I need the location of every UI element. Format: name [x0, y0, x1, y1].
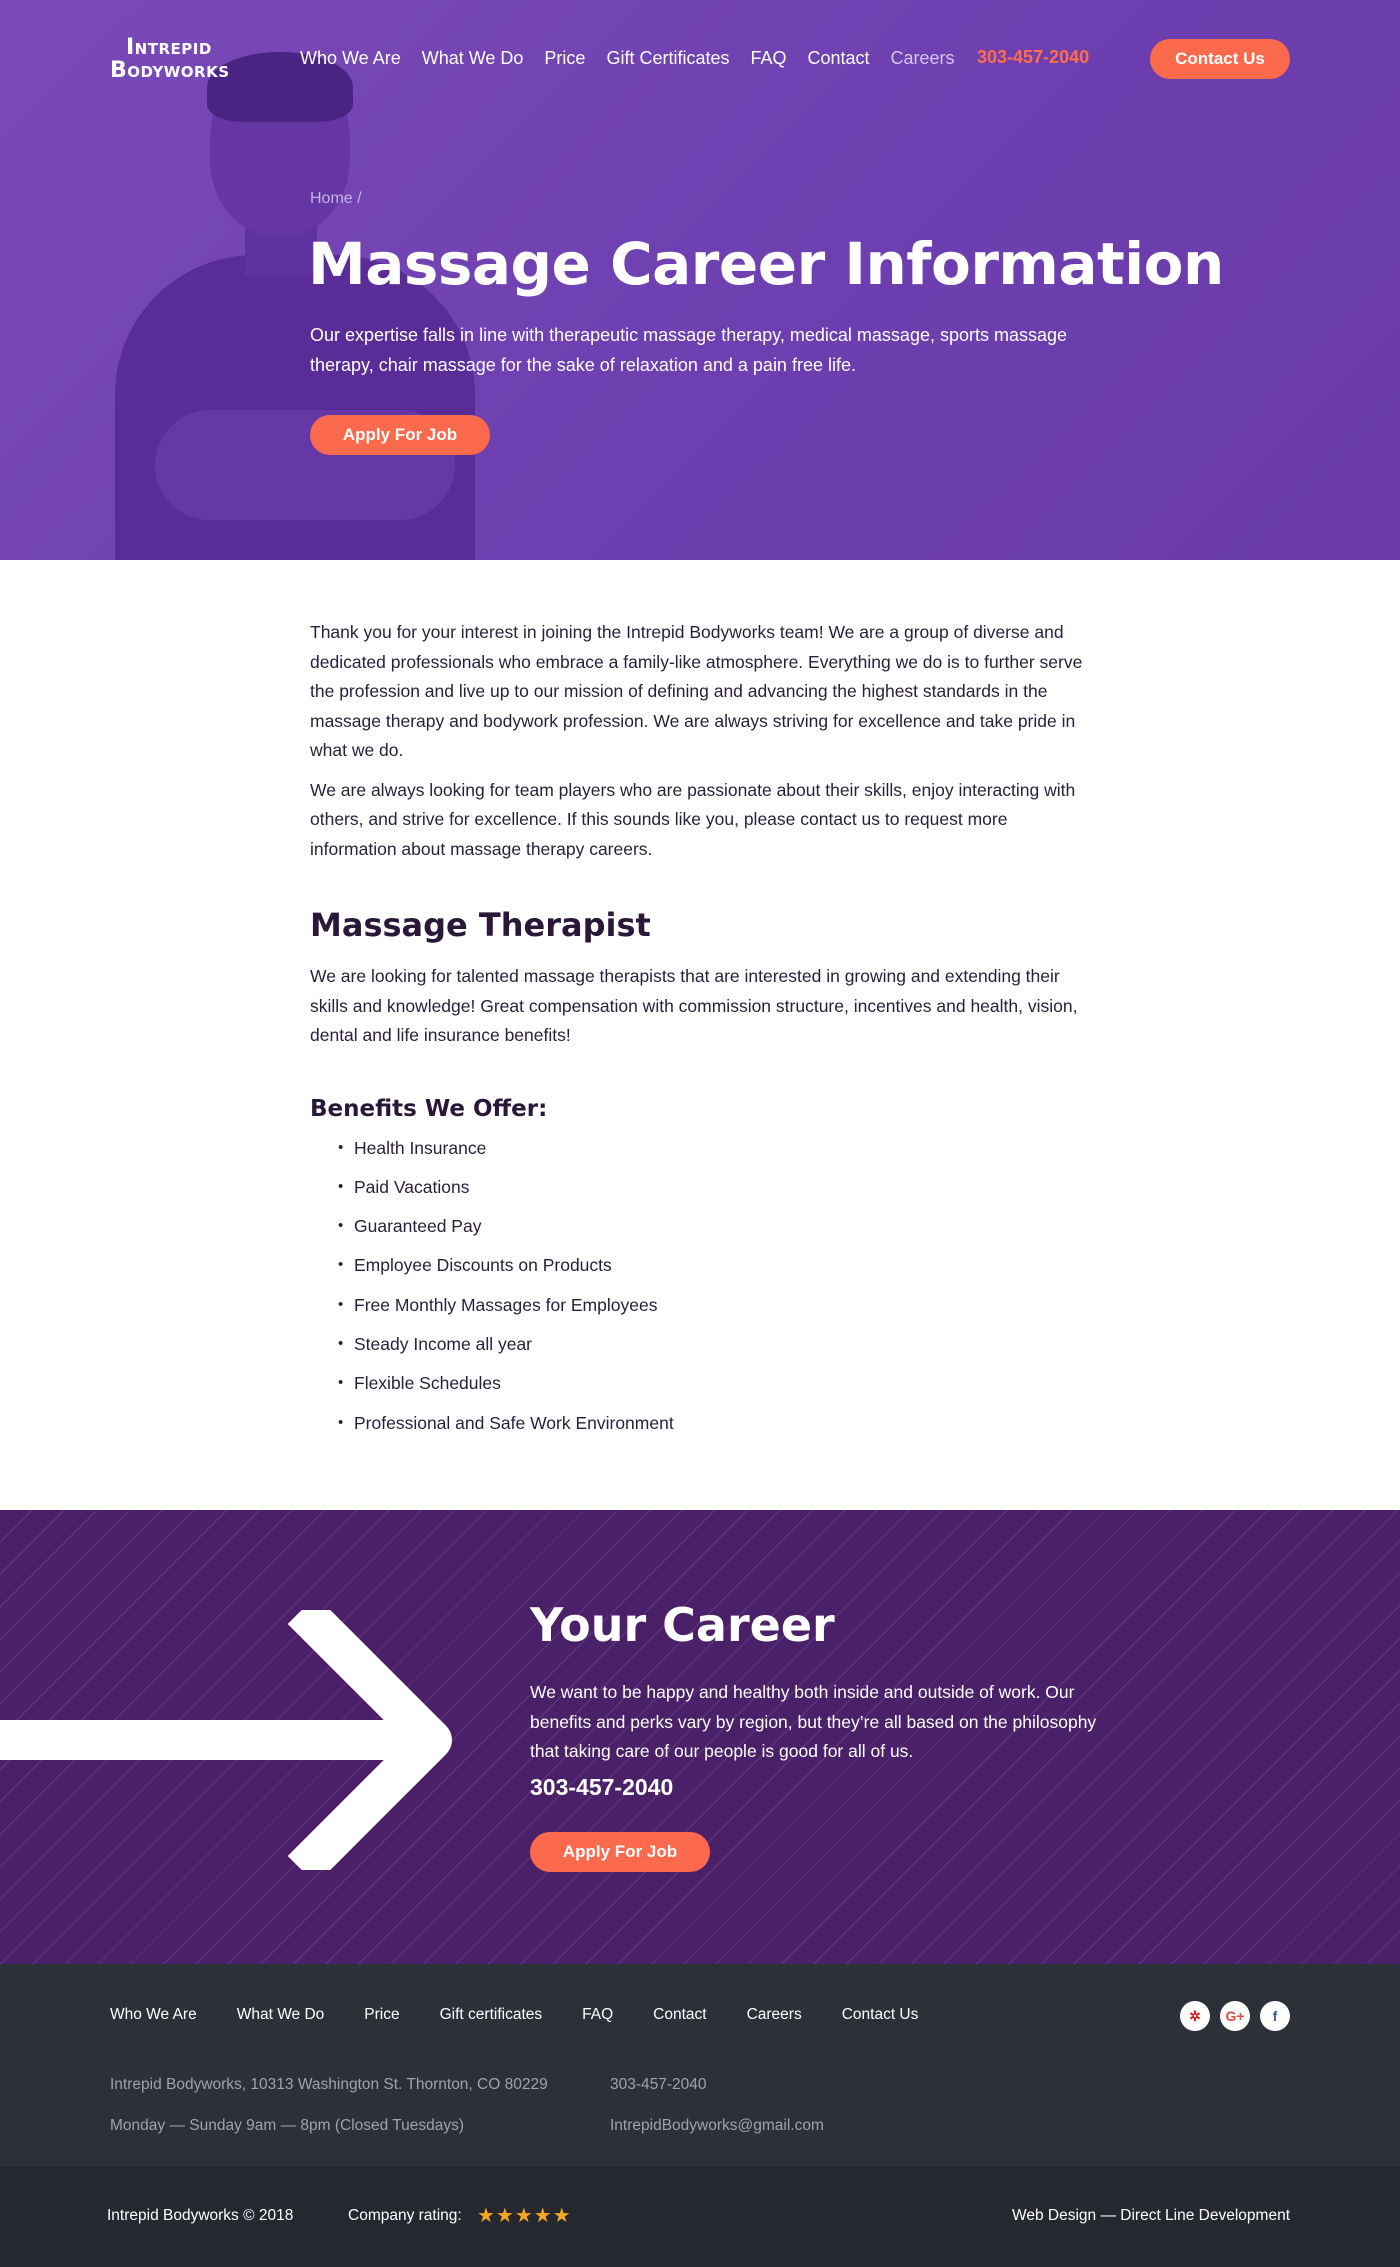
benefit-item: Steady Income all year	[338, 1332, 1090, 1356]
career-phone[interactable]: 303-457-2040	[530, 1774, 673, 1801]
benefit-item: Health Insurance	[338, 1136, 1090, 1160]
your-career-section: Your Career We want to be happy and heal…	[0, 1510, 1400, 1964]
benefit-item: Guaranteed Pay	[338, 1214, 1090, 1238]
footer-link-gift-certificates[interactable]: Gift certificates	[440, 2006, 543, 2024]
intro-paragraph-2: We are always looking for team players w…	[310, 779, 1076, 859]
intro-paragraph-1: Thank you for your interest in joining t…	[310, 622, 1083, 760]
arrow-right-icon	[0, 1610, 452, 1870]
career-text: We want to be happy and healthy both ins…	[530, 1682, 1097, 1761]
job-description: We are looking for talented massage ther…	[310, 966, 1078, 1045]
facebook-icon[interactable]: f	[1260, 2001, 1290, 2031]
contact-us-button[interactable]: Contact Us	[1150, 39, 1290, 79]
main-navigation: Intrepid Bodyworks Who We Are What We Do…	[0, 0, 1400, 118]
careers-content: Thank you for your interest in joining t…	[0, 560, 1400, 1510]
nav-price[interactable]: Price	[544, 48, 585, 69]
job-title-heading: Massage Therapist	[310, 906, 651, 944]
nav-contact[interactable]: Contact	[807, 48, 869, 69]
hero-subtitle: Our expertise falls in line with therape…	[310, 325, 1068, 375]
design-credit[interactable]: Web Design — Direct Line Development	[1012, 2207, 1290, 2225]
copyright: Intrepid Bodyworks © 2018	[107, 2207, 294, 2224]
footer-link-faq[interactable]: FAQ	[582, 2006, 613, 2024]
hero-section: Intrepid Bodyworks Who We Are What We Do…	[0, 0, 1400, 560]
benefit-item: Free Monthly Massages for Employees	[338, 1293, 1090, 1317]
nav-careers[interactable]: Careers	[891, 48, 955, 69]
bottom-bar: Intrepid Bodyworks © 2018 Company rating…	[0, 2167, 1400, 2267]
nav-links: Who We Are What We Do Price Gift Certifi…	[300, 48, 976, 69]
breadcrumb[interactable]: Home /	[310, 190, 362, 208]
site-footer: Who We Are What We Do Price Gift certifi…	[0, 1964, 1400, 2167]
career-title: Your Career	[530, 1598, 835, 1652]
career-apply-button[interactable]: Apply For Job	[530, 1832, 710, 1872]
nav-faq[interactable]: FAQ	[750, 48, 786, 69]
footer-links: Who We Are What We Do Price Gift certifi…	[110, 2006, 958, 2024]
footer-link-who-we-are[interactable]: Who We Are	[110, 2006, 197, 2024]
nav-who-we-are[interactable]: Who We Are	[300, 48, 401, 69]
footer-info-left: Intrepid Bodyworks, 10313 Washington St.…	[110, 2064, 548, 2146]
footer-link-contact[interactable]: Contact	[653, 2006, 706, 2024]
social-links: ✲ G+ f	[1180, 2001, 1290, 2031]
google-plus-icon[interactable]: G+	[1220, 2001, 1250, 2031]
page-title: Massage Career Information	[308, 230, 1224, 298]
benefit-item: Employee Discounts on Products	[338, 1253, 1090, 1277]
benefit-item: Paid Vacations	[338, 1175, 1090, 1199]
nav-what-we-do[interactable]: What We Do	[422, 48, 524, 69]
footer-email[interactable]: IntrepidBodyworks@gmail.com	[610, 2105, 824, 2146]
yelp-icon[interactable]: ✲	[1180, 2001, 1210, 2031]
benefit-item: Flexible Schedules	[338, 1371, 1090, 1395]
benefits-list: Health Insurance Paid Vacations Guarante…	[310, 1136, 1090, 1435]
footer-phone[interactable]: 303-457-2040	[610, 2064, 824, 2105]
rating-label: Company rating:	[348, 2207, 462, 2224]
hero-masseur-photo	[95, 40, 515, 560]
hero-apply-button[interactable]: Apply For Job	[310, 415, 490, 455]
footer-link-contact-us[interactable]: Contact Us	[842, 2006, 919, 2024]
footer-info-right: 303-457-2040 IntrepidBodyworks@gmail.com	[610, 2064, 824, 2146]
benefit-item: Professional and Safe Work Environment	[338, 1411, 1090, 1435]
footer-hours: Monday — Sunday 9am — 8pm (Closed Tuesda…	[110, 2117, 465, 2134]
footer-link-careers[interactable]: Careers	[747, 2006, 802, 2024]
logo-line-2: Bodyworks	[110, 58, 230, 83]
logo-line-1: Intrepid	[126, 35, 212, 60]
rating-stars-icon: ★★★★★	[477, 2205, 572, 2227]
footer-link-price[interactable]: Price	[364, 2006, 399, 2024]
footer-link-what-we-do[interactable]: What We Do	[237, 2006, 325, 2024]
nav-phone-link[interactable]: 303-457-2040	[977, 47, 1089, 68]
site-logo[interactable]: Intrepid Bodyworks	[110, 36, 240, 82]
footer-address: Intrepid Bodyworks, 10313 Washington St.…	[110, 2076, 548, 2093]
benefits-heading: Benefits We Offer:	[310, 1095, 548, 1122]
nav-gift-certificates[interactable]: Gift Certificates	[606, 48, 729, 69]
